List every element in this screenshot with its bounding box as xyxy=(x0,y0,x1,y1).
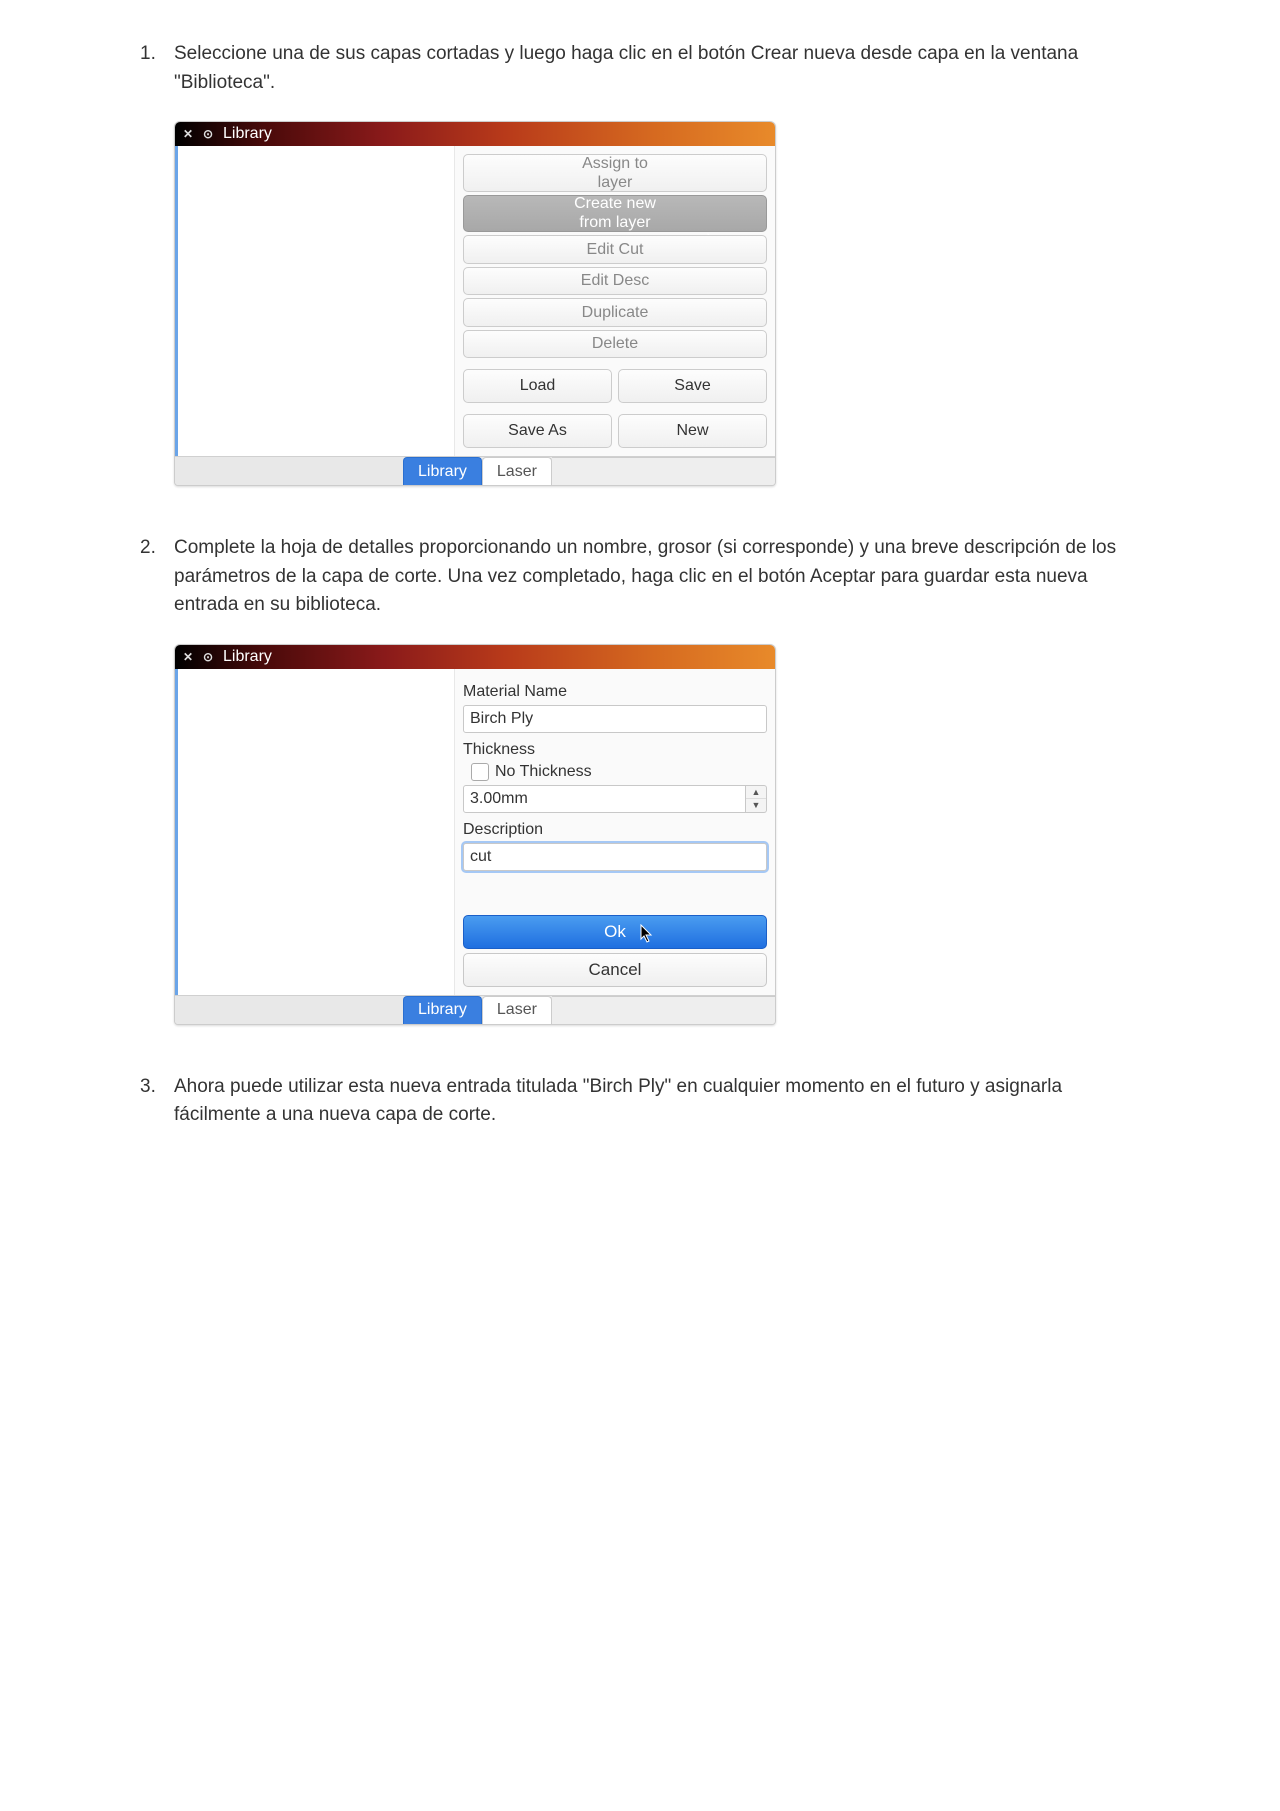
titlebar[interactable]: ✕ ⊙ Library xyxy=(175,645,775,669)
chevron-down-icon[interactable]: ▼ xyxy=(746,799,766,812)
duplicate-button[interactable]: Duplicate xyxy=(463,298,767,326)
close-icon[interactable]: ✕ xyxy=(181,127,195,141)
settings-icon[interactable]: ⊙ xyxy=(201,650,215,664)
chevron-up-icon[interactable]: ▲ xyxy=(746,786,766,800)
description-label: Description xyxy=(463,821,767,839)
tab-library[interactable]: Library xyxy=(403,996,482,1024)
load-button[interactable]: Load xyxy=(463,369,612,403)
step-3: 3. Ahora puede utilizar esta nueva entra… xyxy=(140,1073,1140,1130)
thickness-spin-buttons[interactable]: ▲ ▼ xyxy=(746,785,767,813)
window-title: Library xyxy=(223,125,272,143)
library-window-2: ✕ ⊙ Library Material Name Birch Ply Thic… xyxy=(174,644,776,1025)
tab-library[interactable]: Library xyxy=(403,457,482,485)
close-icon[interactable]: ✕ xyxy=(181,650,195,664)
step-2-text: Complete la hoja de detalles proporciona… xyxy=(174,534,1140,620)
library-actions-pane: Assign to layer Create new from layer Ed… xyxy=(455,146,775,456)
save-button[interactable]: Save xyxy=(618,369,767,403)
tab-laser[interactable]: Laser xyxy=(482,457,552,485)
material-name-label: Material Name xyxy=(463,683,767,701)
ok-button-label: Ok xyxy=(604,922,626,941)
step-2: 2. Complete la hoja de detalles proporci… xyxy=(140,534,1140,620)
step-3-number: 3. xyxy=(140,1073,174,1130)
step-1: 1. Seleccione una de sus capas cortadas … xyxy=(140,40,1140,97)
material-name-input[interactable]: Birch Ply xyxy=(463,705,767,733)
edit-cut-button[interactable]: Edit Cut xyxy=(463,235,767,263)
thickness-stepper[interactable]: 3.00mm ▲ ▼ xyxy=(463,785,767,813)
create-new-from-layer-button[interactable]: Create new from layer xyxy=(463,195,767,233)
step-3-text: Ahora puede utilizar esta nueva entrada … xyxy=(174,1073,1140,1130)
bottom-tabs: Library Laser xyxy=(175,996,775,1024)
thickness-input[interactable]: 3.00mm xyxy=(463,785,746,813)
no-thickness-label: No Thickness xyxy=(495,763,592,781)
cursor-icon xyxy=(639,924,655,944)
no-thickness-checkbox[interactable] xyxy=(471,763,489,781)
ok-button[interactable]: Ok xyxy=(463,915,767,949)
assign-to-layer-button[interactable]: Assign to layer xyxy=(463,154,767,192)
cursor-icon xyxy=(706,214,722,234)
cancel-button[interactable]: Cancel xyxy=(463,953,767,987)
description-input[interactable]: cut xyxy=(463,843,767,871)
step-1-number: 1. xyxy=(140,40,174,97)
detail-form-pane: Material Name Birch Ply Thickness No Thi… xyxy=(455,669,775,995)
library-window-1: ✕ ⊙ Library Assign to layer Create new f… xyxy=(174,121,776,486)
edit-desc-button[interactable]: Edit Desc xyxy=(463,267,767,295)
no-thickness-row[interactable]: No Thickness xyxy=(471,763,767,781)
step-2-number: 2. xyxy=(140,534,174,620)
tab-laser[interactable]: Laser xyxy=(482,996,552,1024)
step-1-text: Seleccione una de sus capas cortadas y l… xyxy=(174,40,1140,97)
window-title: Library xyxy=(223,648,272,666)
save-as-button[interactable]: Save As xyxy=(463,414,612,448)
create-new-label: Create new from layer xyxy=(574,194,656,232)
delete-button[interactable]: Delete xyxy=(463,330,767,358)
thickness-label: Thickness xyxy=(463,741,767,759)
titlebar[interactable]: ✕ ⊙ Library xyxy=(175,122,775,146)
settings-icon[interactable]: ⊙ xyxy=(201,127,215,141)
library-list-pane[interactable] xyxy=(175,146,455,456)
window-body: Material Name Birch Ply Thickness No Thi… xyxy=(175,669,775,996)
window-body: Assign to layer Create new from layer Ed… xyxy=(175,146,775,457)
bottom-tabs: Library Laser xyxy=(175,457,775,485)
new-button[interactable]: New xyxy=(618,414,767,448)
library-list-pane[interactable] xyxy=(175,669,455,995)
